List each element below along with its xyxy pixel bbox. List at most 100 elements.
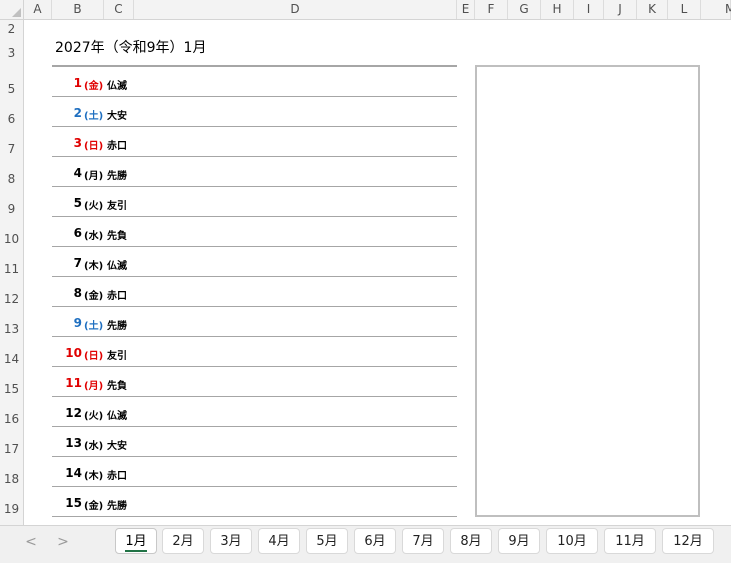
day-row[interactable]: 4 (月) 先勝 — [52, 157, 457, 187]
column-header-l[interactable]: L — [668, 0, 701, 19]
day-row[interactable]: 9 (土) 先勝 — [52, 307, 457, 337]
day-rokuyo: 友引 — [107, 201, 127, 212]
column-header-b[interactable]: B — [52, 0, 104, 19]
tab-month[interactable]: 12月 — [662, 528, 714, 554]
column-header-k[interactable]: K — [637, 0, 668, 19]
select-all-corner[interactable] — [0, 0, 24, 19]
tab-month[interactable]: 2月 — [162, 528, 204, 554]
row-number[interactable]: 8 — [0, 172, 23, 186]
day-row[interactable]: 6 (水) 先負 — [52, 217, 457, 247]
day-number: 12 — [65, 406, 82, 420]
chevron-right-icon[interactable]: > — [55, 534, 71, 550]
tab-month[interactable]: 7月 — [402, 528, 444, 554]
tab-label: 2月 — [172, 534, 194, 549]
column-header-m[interactable]: M — [701, 0, 731, 19]
tab-month[interactable]: 6月 — [354, 528, 396, 554]
tab-month[interactable]: 5月 — [306, 528, 348, 554]
day-number: 9 — [73, 316, 82, 330]
column-header-i[interactable]: I — [574, 0, 604, 19]
day-rokuyo: 仏滅 — [107, 261, 127, 272]
day-rokuyo: 仏滅 — [107, 411, 127, 422]
column-header-c[interactable]: C — [104, 0, 134, 19]
tab-month[interactable]: 8月 — [450, 528, 492, 554]
day-rokuyo: 仏滅 — [107, 81, 127, 92]
day-weekday: (木) — [84, 471, 104, 482]
day-number: 3 — [73, 136, 82, 150]
day-weekday: (土) — [84, 321, 104, 332]
day-row[interactable]: 11 (月) 先負 — [52, 367, 457, 397]
row-number[interactable]: 11 — [0, 262, 23, 276]
day-weekday: (火) — [84, 411, 104, 422]
day-row[interactable]: 2 (土) 大安 — [52, 97, 457, 127]
day-rokuyo: 先勝 — [107, 171, 127, 182]
day-rokuyo: 先勝 — [107, 321, 127, 332]
memo-box[interactable] — [475, 65, 700, 517]
row-number[interactable]: 6 — [0, 112, 23, 126]
day-rokuyo: 先負 — [107, 231, 127, 242]
day-number: 11 — [65, 376, 82, 390]
day-rokuyo: 赤口 — [107, 471, 127, 482]
row-number[interactable]: 9 — [0, 202, 23, 216]
tab-label: 12月 — [673, 534, 703, 549]
column-header-f[interactable]: F — [475, 0, 508, 19]
day-row[interactable]: 5 (火) 友引 — [52, 187, 457, 217]
row-number[interactable]: 5 — [0, 82, 23, 96]
day-weekday: (水) — [84, 231, 104, 242]
day-weekday: (土) — [84, 111, 104, 122]
row-number[interactable]: 2 — [0, 22, 23, 36]
row-number[interactable]: 15 — [0, 382, 23, 396]
row-number[interactable]: 7 — [0, 142, 23, 156]
day-row[interactable]: 13 (水) 大安 — [52, 427, 457, 457]
day-row[interactable]: 12 (火) 仏滅 — [52, 397, 457, 427]
day-row[interactable]: 15 (金) 先勝 — [52, 487, 457, 517]
tab-label: 5月 — [316, 534, 338, 549]
row-number[interactable]: 10 — [0, 232, 23, 246]
tab-label: 9月 — [508, 534, 530, 549]
day-number: 8 — [73, 286, 82, 300]
tab-month[interactable]: 11月 — [604, 528, 656, 554]
tab-label: 10月 — [557, 534, 587, 549]
day-rokuyo: 赤口 — [107, 291, 127, 302]
day-number: 7 — [73, 256, 82, 270]
day-row[interactable]: 14 (木) 赤口 — [52, 457, 457, 487]
row-number[interactable]: 17 — [0, 442, 23, 456]
day-rokuyo: 先負 — [107, 381, 127, 392]
tab-month[interactable]: 9月 — [498, 528, 540, 554]
day-rokuyo: 赤口 — [107, 141, 127, 152]
column-header-d[interactable]: D — [134, 0, 457, 19]
day-row[interactable]: 3 (日) 赤口 — [52, 127, 457, 157]
tab-month[interactable]: 3月 — [210, 528, 252, 554]
column-header-a[interactable]: A — [24, 0, 52, 19]
column-header-g[interactable]: G — [508, 0, 541, 19]
column-header-h[interactable]: H — [541, 0, 574, 19]
tab-month[interactable]: 10月 — [546, 528, 598, 554]
row-number[interactable]: 18 — [0, 472, 23, 486]
calendar-title[interactable]: 2027年（令和9年）1月 — [55, 37, 206, 57]
tab-month[interactable]: 1月 — [115, 528, 157, 554]
row-number[interactable]: 16 — [0, 412, 23, 426]
row-number[interactable]: 19 — [0, 502, 23, 516]
day-row[interactable]: 10 (日) 友引 — [52, 337, 457, 367]
day-number: 10 — [65, 346, 82, 360]
row-header-bar: 2 3 5 6 7 8 9 10 11 12 13 14 15 16 17 18… — [0, 20, 24, 525]
day-rokuyo: 友引 — [107, 351, 127, 362]
day-rokuyo: 大安 — [107, 111, 127, 122]
chevron-left-icon[interactable]: < — [23, 534, 39, 550]
day-weekday: (金) — [84, 81, 104, 92]
tab-month[interactable]: 4月 — [258, 528, 300, 554]
day-number: 4 — [73, 166, 82, 180]
day-weekday: (金) — [84, 501, 104, 512]
row-number[interactable]: 12 — [0, 292, 23, 306]
row-number[interactable]: 13 — [0, 322, 23, 336]
tab-label: 7月 — [412, 534, 434, 549]
day-number: 1 — [73, 76, 82, 90]
tab-label: 11月 — [615, 534, 645, 549]
day-row[interactable]: 7 (木) 仏滅 — [52, 247, 457, 277]
column-header-bar: A B C D E F G H I J K L M — [0, 0, 731, 20]
row-number[interactable]: 3 — [0, 46, 23, 60]
column-header-j[interactable]: J — [604, 0, 637, 19]
day-row[interactable]: 8 (金) 赤口 — [52, 277, 457, 307]
column-header-e[interactable]: E — [457, 0, 475, 19]
row-number[interactable]: 14 — [0, 352, 23, 366]
day-row[interactable]: 1 (金) 仏滅 — [52, 67, 457, 97]
